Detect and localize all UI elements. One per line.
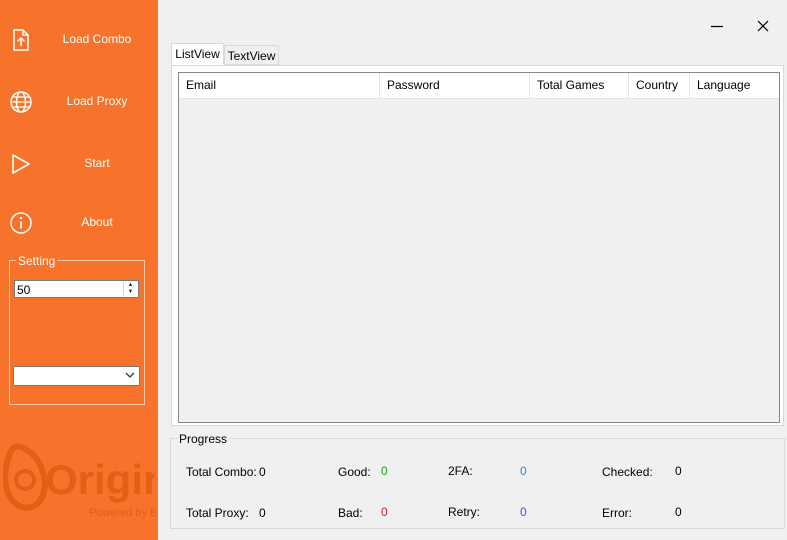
about-button[interactable]: About: [0, 203, 158, 243]
start-button[interactable]: Start: [0, 144, 158, 184]
listview-header: Email Password Total Games Country Langu…: [179, 73, 779, 99]
load-combo-button[interactable]: Load Combo: [0, 20, 158, 60]
setting-legend: Setting: [16, 254, 58, 268]
progress-legend: Progress: [177, 432, 230, 446]
column-email[interactable]: Email: [179, 73, 380, 98]
logo-tagline-text: Powered by EA: [89, 507, 155, 519]
total-proxy-value: 0: [259, 506, 266, 520]
load-combo-label: Load Combo: [62, 32, 132, 46]
stepper-arrows: ▲ ▼: [123, 282, 137, 296]
error-label: Error:: [602, 506, 632, 520]
setting-dropdown[interactable]: [13, 366, 140, 386]
retry-label: Retry:: [448, 505, 481, 519]
origin-logo: Origin Powered by EA: [3, 443, 155, 519]
retry-value: 0: [520, 505, 527, 519]
upload-file-icon: [13, 29, 29, 51]
good-value: 0: [381, 464, 388, 478]
twofa-label: 2FA:: [448, 464, 473, 478]
close-icon[interactable]: [751, 14, 775, 38]
stepper-down-icon[interactable]: ▼: [124, 289, 137, 296]
about-label: About: [81, 215, 113, 229]
results-listview[interactable]: Email Password Total Games Country Langu…: [178, 72, 780, 423]
error-value: 0: [675, 505, 682, 519]
threads-stepper[interactable]: 50 ▲ ▼: [14, 280, 139, 298]
setting-group: Setting 50 ▲ ▼: [9, 254, 145, 405]
logo-brand-text: Origin: [45, 456, 155, 503]
info-icon: [10, 212, 32, 234]
tab-panel: Email Password Total Games Country Langu…: [171, 65, 784, 426]
column-total-games[interactable]: Total Games: [530, 73, 629, 98]
checked-label: Checked:: [602, 465, 653, 479]
total-proxy-label: Total Proxy:: [186, 506, 249, 520]
globe-icon: [10, 91, 32, 113]
stepper-up-icon[interactable]: ▲: [124, 282, 137, 289]
total-combo-label: Total Combo:: [186, 465, 257, 479]
threads-value: 50: [17, 283, 31, 297]
total-combo-value: 0: [259, 465, 266, 479]
tab-textview[interactable]: TextView: [224, 45, 279, 65]
load-proxy-label: Load Proxy: [66, 94, 128, 108]
bad-label: Bad:: [338, 506, 363, 520]
tab-listview[interactable]: ListView: [171, 43, 224, 65]
minimize-icon[interactable]: [705, 14, 729, 38]
good-label: Good:: [338, 465, 371, 479]
progress-group: Progress Total Combo: 0 Total Proxy: 0 G…: [170, 432, 785, 529]
column-country[interactable]: Country: [629, 73, 690, 98]
column-password[interactable]: Password: [380, 73, 530, 98]
twofa-value: 0: [520, 464, 527, 478]
sidebar: Load Combo Load Proxy Start About Settin…: [0, 0, 158, 540]
play-icon: [12, 154, 30, 174]
column-language[interactable]: Language: [690, 73, 779, 98]
checked-value: 0: [675, 464, 682, 478]
bad-value: 0: [381, 505, 388, 519]
chevron-down-icon: [125, 372, 135, 378]
start-label: Start: [84, 156, 110, 170]
load-proxy-button[interactable]: Load Proxy: [0, 82, 158, 122]
